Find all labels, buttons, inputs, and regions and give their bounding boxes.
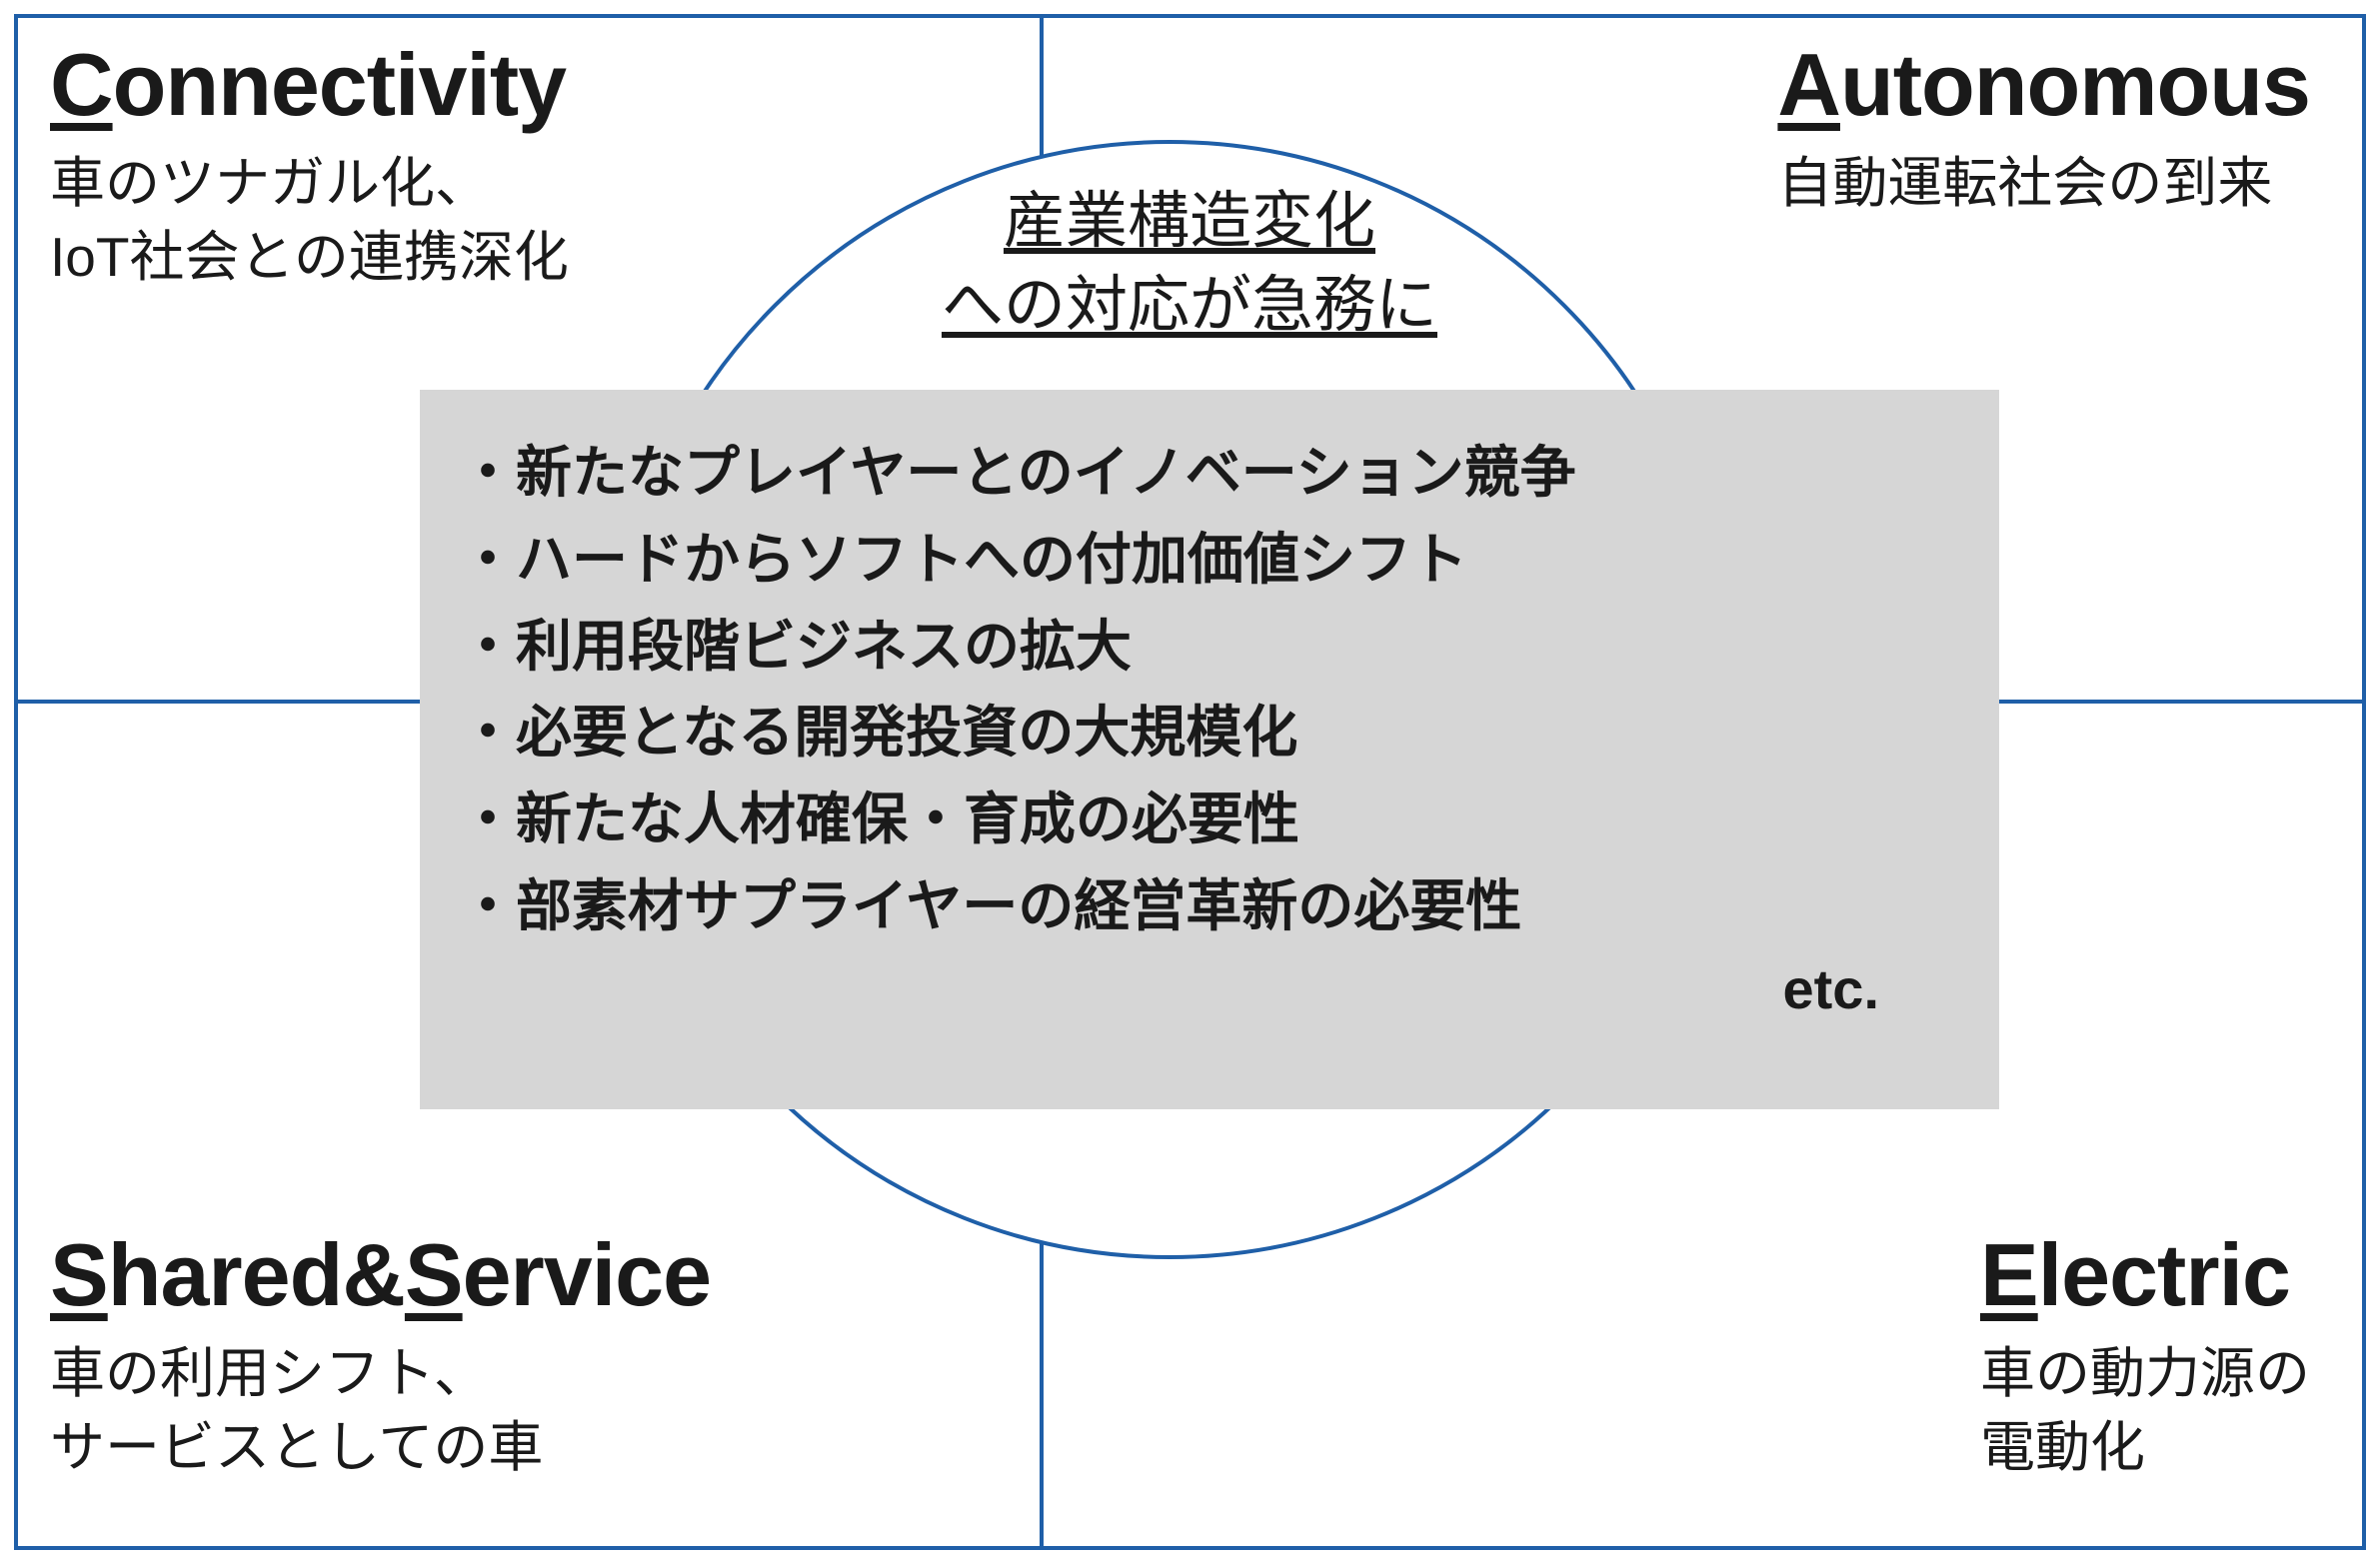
quadrant-title: Shared&Service <box>50 1220 711 1330</box>
quadrant-title: Autonomous <box>1777 30 2310 140</box>
title-initial: C <box>50 35 113 134</box>
quadrant-title: Connectivity <box>50 30 569 140</box>
title-initial-2: S <box>405 1225 463 1324</box>
quadrant-desc: 自動運転社会の到来 <box>1777 146 2310 220</box>
center-heading: 産業構造変化 への対応が急務に <box>740 180 1639 347</box>
quadrant-shared-service: Shared&Service 車の利用シフト、 サービスとしての車 <box>50 1220 711 1485</box>
quadrant-desc: 車の動力源の 電動化 <box>1980 1336 2310 1485</box>
center-etc: etc. <box>460 956 1959 1021</box>
quadrant-title: Electric <box>1980 1220 2310 1330</box>
center-list-item: 部素材サプライヤーの経営革新の必要性 <box>460 863 1959 950</box>
center-box: 新たなプレイヤーとのイノベーション競争 ハードからソフトへの付加価値シフト 利用… <box>420 390 1999 1109</box>
center-list-item: 新たなプレイヤーとのイノベーション競争 <box>460 430 1959 517</box>
quadrant-desc: 車の利用シフト、 サービスとしての車 <box>50 1336 711 1485</box>
center-list-item: 必要となる開発投資の大規模化 <box>460 690 1959 777</box>
title-initial: A <box>1777 35 1840 134</box>
center-list: 新たなプレイヤーとのイノベーション競争 ハードからソフトへの付加価値シフト 利用… <box>460 430 1959 950</box>
center-heading-line1: 産業構造変化 <box>740 180 1639 264</box>
quadrant-autonomous: Autonomous 自動運転社会の到来 <box>1777 30 2310 220</box>
diagram-root: Connectivity 車のツナガル化、 IoT社会との連携深化 Autono… <box>0 0 2380 1564</box>
title-rest: utonomous <box>1840 35 2310 134</box>
title-rest: lectric <box>2038 1225 2290 1324</box>
quadrant-desc: 車のツナガル化、 IoT社会との連携深化 <box>50 146 569 295</box>
title-rest: onnectivity <box>113 35 567 134</box>
center-list-item: 利用段階ビジネスの拡大 <box>460 604 1959 691</box>
center-list-item: ハードからソフトへの付加価値シフト <box>460 517 1959 604</box>
quadrant-electric: Electric 車の動力源の 電動化 <box>1980 1220 2310 1485</box>
title-initial: S <box>50 1225 108 1324</box>
title-initial: E <box>1980 1225 2038 1324</box>
center-list-item: 新たな人材確保・育成の必要性 <box>460 777 1959 863</box>
quadrant-connectivity: Connectivity 車のツナガル化、 IoT社会との連携深化 <box>50 30 569 295</box>
title-rest: ervice <box>463 1225 711 1324</box>
center-heading-line2: への対応が急務に <box>740 264 1639 348</box>
